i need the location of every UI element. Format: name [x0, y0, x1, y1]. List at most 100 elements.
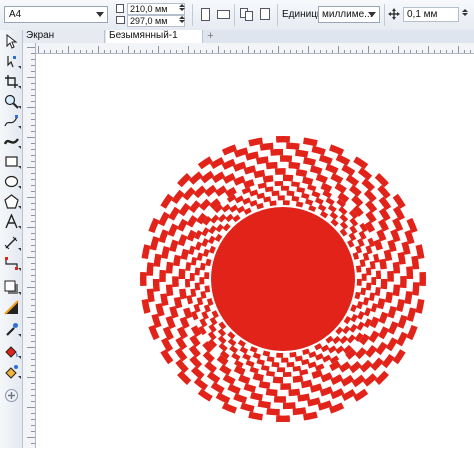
ruler-ticks	[27, 47, 35, 444]
page-height-icon	[116, 16, 125, 24]
pattern-cell	[387, 270, 394, 282]
page-height-field[interactable]: 297,0 мм	[127, 15, 185, 27]
pattern-cell	[165, 284, 174, 297]
mandala-artwork[interactable]	[139, 135, 427, 423]
chevron-down-icon	[368, 12, 376, 17]
connector-tool-icon[interactable]	[4, 256, 21, 271]
drawing-canvas[interactable]	[36, 54, 474, 448]
pattern-cell	[392, 261, 401, 274]
pattern-cell	[271, 190, 280, 197]
pattern-cell	[286, 190, 295, 197]
pattern-cell	[273, 395, 287, 403]
pattern-cell	[199, 277, 205, 285]
units-value: миллиме...	[322, 9, 373, 20]
pattern-cell	[280, 383, 292, 390]
portrait-icon	[201, 8, 210, 21]
pattern-cell	[283, 371, 292, 377]
pattern-cell	[280, 185, 290, 191]
separator	[234, 4, 235, 26]
pattern-cell	[375, 270, 381, 279]
nudge-distance-field[interactable]: 0,1 мм	[403, 7, 459, 22]
pattern-cell	[194, 267, 201, 276]
pattern-cell	[265, 161, 278, 170]
pattern-cell	[412, 282, 420, 296]
pattern-cell	[275, 135, 291, 143]
shape-tool-icon[interactable]	[4, 54, 21, 69]
smart-fill-tool-icon[interactable]	[4, 364, 21, 379]
toolbox	[0, 30, 23, 448]
pattern-cell	[275, 415, 291, 423]
freehand-tool-icon[interactable]	[4, 114, 21, 129]
pattern-cell	[265, 388, 278, 397]
pattern-cell	[392, 284, 401, 297]
ruler-ticks	[38, 46, 471, 53]
page-icon	[260, 8, 270, 20]
drop-shadow-tool-icon[interactable]	[4, 280, 21, 295]
transparency-tool-icon[interactable]	[4, 300, 19, 315]
landscape-icon	[217, 10, 230, 19]
pattern-cell	[355, 265, 362, 273]
center-disc	[211, 207, 355, 351]
nudge-spinner[interactable]	[461, 8, 469, 20]
pattern-cell	[165, 261, 174, 274]
pick-tool-icon[interactable]	[4, 34, 19, 49]
separator	[192, 4, 193, 26]
page-height-spinner[interactable]	[178, 15, 186, 27]
pattern-cell	[146, 262, 154, 276]
pattern-cell	[271, 361, 280, 368]
interactive-fill-tool-icon[interactable]	[4, 344, 21, 359]
eyedropper-tool-icon[interactable]	[4, 322, 21, 337]
pattern-cell	[286, 361, 295, 368]
pattern-cell	[139, 271, 147, 287]
pattern-cell	[406, 266, 414, 279]
units-select[interactable]: миллиме...	[318, 6, 380, 23]
pattern-cell	[419, 271, 427, 287]
pattern-cell	[361, 273, 367, 281]
add-tab-icon[interactable]: +	[204, 30, 217, 43]
all-pages-button[interactable]	[239, 7, 254, 22]
pattern-cell	[286, 142, 300, 150]
pattern-cell	[274, 181, 283, 187]
paper-size-select[interactable]: A4	[4, 6, 108, 23]
portrait-orientation-button[interactable]	[198, 7, 213, 22]
pattern-cell	[399, 275, 407, 289]
ellipse-tool-icon[interactable]	[4, 174, 21, 189]
pattern-cell	[289, 351, 297, 358]
zoom-tool-icon[interactable]	[4, 94, 21, 109]
crop-tool-icon[interactable]	[4, 74, 21, 89]
landscape-orientation-button[interactable]	[216, 7, 231, 22]
current-page-button[interactable]	[258, 7, 273, 22]
pattern-cell	[272, 376, 283, 384]
pattern-cell	[270, 148, 283, 156]
horizontal-ruler[interactable]	[36, 43, 474, 54]
pattern-cell	[365, 267, 372, 276]
rectangle-tool-icon[interactable]	[4, 154, 21, 169]
pattern-cell	[365, 282, 372, 291]
pattern-cell	[283, 200, 290, 206]
artistic-media-tool-icon[interactable]	[4, 134, 21, 149]
chevron-down-icon	[96, 12, 104, 17]
document-tabs: Экран приветствия Безымянный-1 +	[23, 30, 474, 53]
polygon-tool-icon[interactable]	[4, 194, 21, 209]
pattern-cell	[277, 195, 285, 201]
pattern-cell	[288, 388, 301, 397]
pattern-cell	[266, 408, 280, 416]
pattern-cell	[204, 285, 211, 293]
pattern-cell	[178, 268, 186, 279]
tab-untitled-1[interactable]: Безымянный-1	[106, 30, 203, 43]
nudge-arrows-icon	[388, 8, 400, 20]
page-width-field[interactable]: 210,0 мм	[127, 3, 185, 15]
vertical-ruler[interactable]	[23, 43, 36, 448]
add-tool-icon[interactable]	[4, 388, 19, 403]
dimension-tool-icon[interactable]	[4, 236, 21, 251]
pattern-cell	[279, 155, 293, 163]
property-bar: A4 210,0 мм 297,0 мм Единицы: миллиме...…	[0, 0, 474, 31]
pattern-cell	[274, 168, 286, 175]
text-tool-icon[interactable]	[4, 214, 21, 229]
pattern-cell	[380, 279, 388, 290]
tab-welcome-screen[interactable]: Экран приветствия	[23, 30, 105, 53]
pattern-cell	[172, 276, 179, 288]
page-width-spinner[interactable]	[178, 3, 186, 15]
pattern-cell	[371, 276, 377, 286]
pattern-cell	[288, 161, 301, 170]
